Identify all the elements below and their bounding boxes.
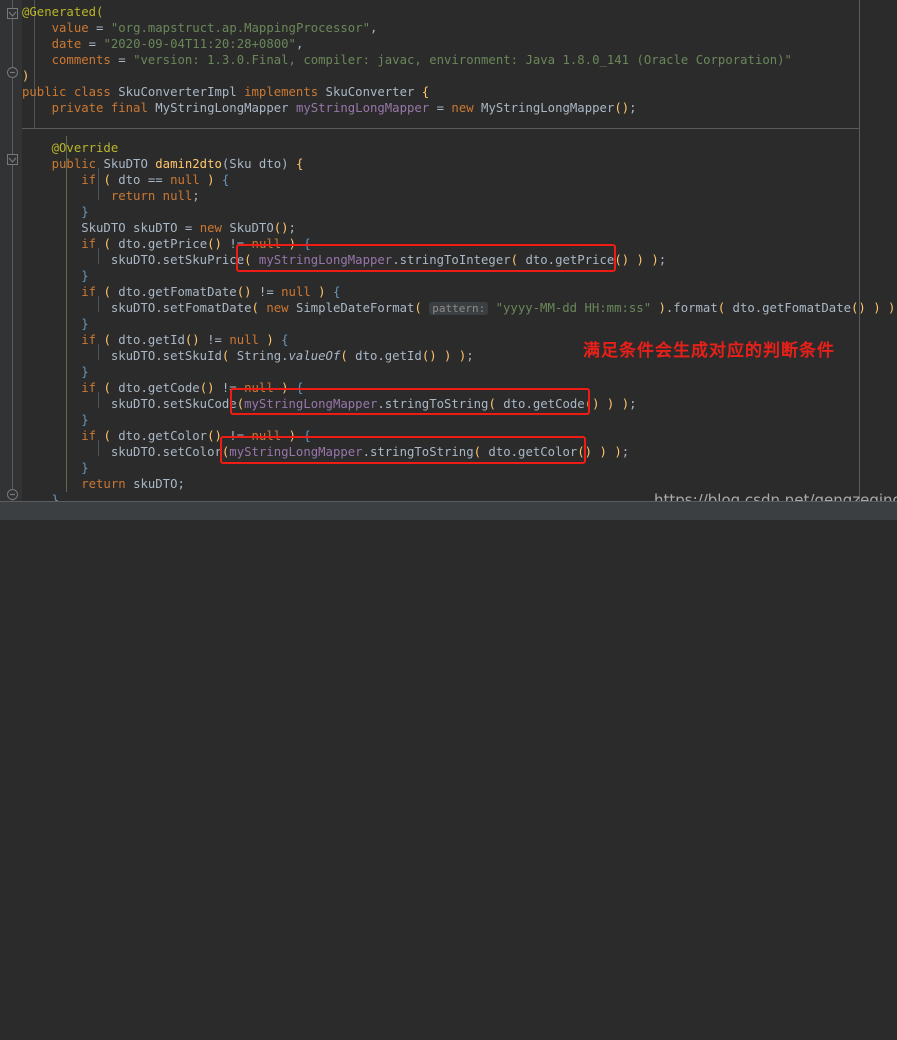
code-line: public SkuDTO damin2dto(Sku dto) { (22, 157, 304, 171)
fold-marker-method-start[interactable] (5, 152, 20, 167)
code-line: } (22, 205, 89, 219)
code-line: skuDTO.setSkuCode(myStringLongMapper.str… (22, 397, 637, 411)
code-line: skuDTO.setSkuId( String.valueOf( dto.get… (22, 349, 474, 363)
annotation-note: 满足条件会生成对应的判断条件 (583, 341, 835, 361)
code-line: } (22, 317, 89, 331)
code-line: skuDTO.setColor(myStringLongMapper.strin… (22, 445, 630, 459)
code-line: skuDTO.setFomatDate( new SimpleDateForma… (22, 301, 897, 315)
code-line: } (22, 269, 89, 283)
fold-marker-method-end[interactable] (5, 487, 20, 502)
code-line: skuDTO.setSkuPrice( myStringLongMapper.s… (22, 253, 667, 267)
code-line: if ( dto.getId() != null ) { (22, 333, 289, 347)
code-line: if ( dto == null ) { (22, 173, 230, 187)
code-line: } (22, 413, 89, 427)
editor-gutter[interactable] (0, 0, 22, 520)
code-line: private final MyStringLongMapper myStrin… (22, 101, 637, 115)
code-line: return skuDTO; (22, 477, 185, 491)
code-line: date = "2020-09-04T11:20:28+0800", (22, 37, 304, 51)
code-line: public class SkuConverterImpl implements… (22, 85, 430, 99)
code-line: comments = "version: 1.3.0.Final, compil… (22, 53, 792, 67)
code-line: } (22, 461, 89, 475)
code-line: return null; (22, 189, 200, 203)
code-editor-screenshot: @Generated( value = "org.mapstruct.ap.Ma… (0, 0, 897, 520)
code-line: @Generated( (22, 5, 104, 19)
code-line: if ( dto.getColor() != null ) { (22, 429, 311, 443)
code-line: SkuDTO skuDTO = new SkuDTO(); (22, 221, 296, 235)
code-line: if ( dto.getCode() != null ) { (22, 381, 304, 395)
parameter-hint: pattern: (429, 302, 489, 315)
code-line: value = "org.mapstruct.ap.MappingProcess… (22, 21, 378, 35)
code-line: @Override (22, 141, 119, 155)
code-line: } (22, 365, 89, 379)
fold-marker-generated-end[interactable] (5, 65, 20, 80)
code-line: if ( dto.getPrice() != null ) { (22, 237, 311, 251)
bottom-bar (0, 502, 897, 520)
fold-marker-generated-start[interactable] (5, 6, 20, 21)
code-content[interactable]: @Generated( value = "org.mapstruct.ap.Ma… (22, 0, 897, 520)
code-line: if ( dto.getFomatDate() != null ) { (22, 285, 341, 299)
code-line: ) (22, 69, 30, 83)
